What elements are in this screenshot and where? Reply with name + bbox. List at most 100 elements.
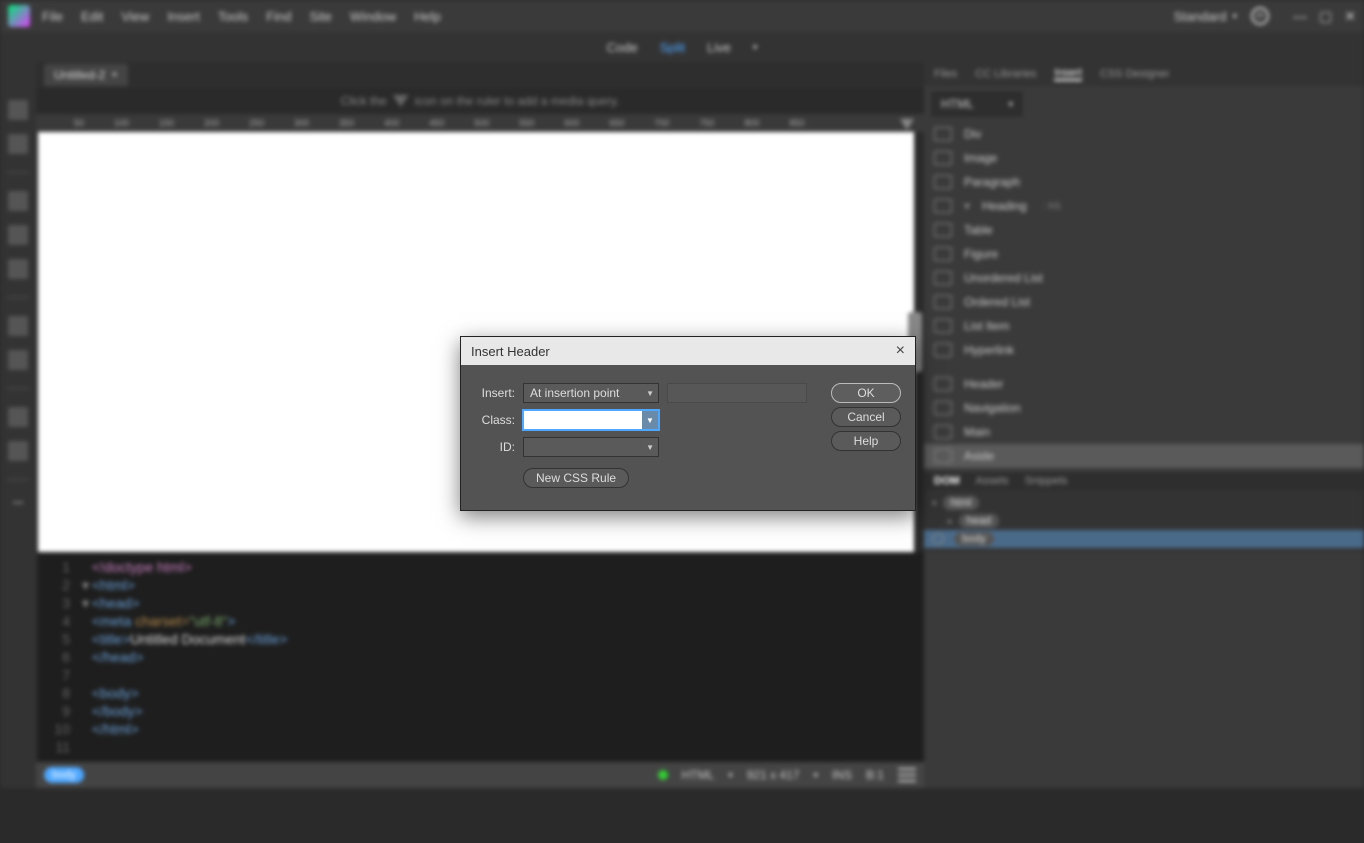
- tool-4[interactable]: [8, 225, 28, 245]
- main-menu: File Edit View Insert Tools Find Site Wi…: [42, 9, 441, 24]
- view-switcher: Code Split Live ▾: [0, 32, 1364, 62]
- tab-files[interactable]: Files: [934, 68, 957, 80]
- dialog-close-icon[interactable]: ×: [896, 342, 905, 360]
- menu-insert[interactable]: Insert: [167, 9, 200, 24]
- sync-icon[interactable]: ⟳: [1251, 7, 1269, 25]
- tool-3[interactable]: [8, 191, 28, 211]
- status-bar: body HTML▾ 921 x 417▾ INS B:1: [36, 762, 924, 788]
- view-dropdown-icon[interactable]: ▾: [753, 42, 758, 53]
- ruler-marker-icon[interactable]: [900, 116, 914, 130]
- menu-find[interactable]: Find: [266, 9, 291, 24]
- window-close-icon[interactable]: ✕: [1344, 8, 1356, 25]
- id-combobox[interactable]: ▼: [523, 437, 659, 457]
- insert-header-dialog: Insert Header × Insert: At insertion poi…: [460, 336, 916, 511]
- insert-image[interactable]: Image: [924, 146, 1364, 170]
- toolbar-separator: [7, 388, 29, 389]
- toolbar-separator: [7, 172, 29, 173]
- tab-insert[interactable]: Insert: [1054, 67, 1082, 81]
- insert-target-select: [667, 383, 807, 403]
- toolbar-more-icon[interactable]: •••: [13, 498, 24, 509]
- insert-heading[interactable]: ▾Heading: H1: [924, 194, 1364, 218]
- status-lang[interactable]: HTML: [682, 768, 715, 782]
- dom-node-html[interactable]: ▾html: [932, 494, 1356, 512]
- status-tag-selector[interactable]: body: [44, 767, 84, 783]
- status-ins[interactable]: INS: [832, 768, 852, 782]
- tool-7[interactable]: [8, 350, 28, 370]
- dialog-titlebar[interactable]: Insert Header ×: [461, 337, 915, 365]
- snippets-tab[interactable]: Snippets: [1025, 475, 1068, 487]
- toolbar-separator: [7, 297, 29, 298]
- menu-site[interactable]: Site: [309, 9, 331, 24]
- menu-file[interactable]: File: [42, 9, 63, 24]
- insert-position-select[interactable]: At insertion point▼: [523, 383, 659, 403]
- visibility-icon[interactable]: [932, 533, 944, 545]
- left-toolbar: •••: [0, 62, 36, 788]
- id-label: ID:: [475, 440, 515, 454]
- status-enc: B:1: [866, 768, 884, 782]
- status-dims[interactable]: 921 x 417: [747, 768, 800, 782]
- class-input[interactable]: [530, 413, 652, 427]
- insert-li[interactable]: List Item: [924, 314, 1364, 338]
- insert-figure[interactable]: Figure: [924, 242, 1364, 266]
- app-logo: [8, 5, 30, 27]
- media-query-hint: Click the icon on the ruler to add a med…: [36, 88, 924, 114]
- tab-close-icon[interactable]: ×: [111, 69, 117, 81]
- right-panel: Files CC Libraries Insert CSS Designer H…: [924, 62, 1364, 788]
- status-menu-icon[interactable]: [898, 768, 916, 782]
- help-button[interactable]: Help: [831, 431, 901, 451]
- class-label: Class:: [475, 413, 515, 427]
- menu-view[interactable]: View: [121, 9, 149, 24]
- menu-edit[interactable]: Edit: [81, 9, 103, 24]
- right-panel-tabs: Files CC Libraries Insert CSS Designer: [924, 62, 1364, 86]
- menu-help[interactable]: Help: [414, 9, 441, 24]
- insert-hyperlink[interactable]: Hyperlink: [924, 338, 1364, 362]
- tool-9[interactable]: [8, 441, 28, 461]
- footer: [0, 788, 1364, 802]
- document-tab[interactable]: Untitled-2 ×: [44, 64, 128, 86]
- window-minimize-icon[interactable]: —: [1293, 8, 1307, 25]
- insert-navigation[interactable]: Navigation: [924, 396, 1364, 420]
- insert-label: Insert:: [475, 386, 515, 400]
- ruler[interactable]: 50100150 200250300 350400450 500550600 6…: [36, 114, 924, 132]
- tab-label: Untitled-2: [54, 68, 105, 82]
- insert-ul[interactable]: Unordered List: [924, 266, 1364, 290]
- tool-8[interactable]: [8, 407, 28, 427]
- insert-table[interactable]: Table: [924, 218, 1364, 242]
- code-view[interactable]: 1 <!doctype html> 2▾<html> 3▾<head> 4 <m…: [38, 552, 924, 762]
- dom-node-head[interactable]: ▸head: [932, 512, 1356, 530]
- menu-tools[interactable]: Tools: [218, 9, 248, 24]
- tool-1[interactable]: [8, 100, 28, 120]
- new-css-rule-button[interactable]: New CSS Rule: [523, 468, 629, 488]
- insert-paragraph[interactable]: Paragraph: [924, 170, 1364, 194]
- insert-ol[interactable]: Ordered List: [924, 290, 1364, 314]
- insert-category-dropdown[interactable]: HTML▾: [932, 92, 1022, 116]
- status-ok-icon: [658, 770, 668, 780]
- assets-tab[interactable]: Assets: [976, 475, 1009, 487]
- view-code[interactable]: Code: [607, 40, 638, 55]
- media-query-icon: [393, 95, 409, 107]
- menu-window[interactable]: Window: [350, 9, 396, 24]
- dom-panel: DOM Assets Snippets ▾html ▸head body: [924, 472, 1364, 552]
- toolbar-separator: [7, 479, 29, 480]
- top-menu-bar: File Edit View Insert Tools Find Site Wi…: [0, 0, 1364, 32]
- class-combobox[interactable]: ▼: [523, 410, 659, 430]
- workspace-switcher[interactable]: Standard▾: [1174, 9, 1237, 24]
- document-tabs: Untitled-2 ×: [36, 62, 924, 88]
- insert-aside[interactable]: Aside: [924, 444, 1364, 468]
- insert-header[interactable]: Header: [924, 372, 1364, 396]
- view-live[interactable]: Live: [707, 40, 731, 55]
- window-restore-icon[interactable]: ▢: [1319, 8, 1332, 25]
- dom-tab[interactable]: DOM: [934, 475, 960, 487]
- cancel-button[interactable]: Cancel: [831, 407, 901, 427]
- tab-cc-libraries[interactable]: CC Libraries: [975, 68, 1036, 80]
- insert-div[interactable]: Div: [924, 122, 1364, 146]
- insert-main[interactable]: Main: [924, 420, 1364, 444]
- tool-2[interactable]: [8, 134, 28, 154]
- tool-6[interactable]: [8, 316, 28, 336]
- tool-5[interactable]: [8, 259, 28, 279]
- class-dropdown-icon[interactable]: ▼: [642, 411, 658, 429]
- ok-button[interactable]: OK: [831, 383, 901, 403]
- view-split[interactable]: Split: [660, 40, 685, 55]
- tab-css-designer[interactable]: CSS Designer: [1100, 68, 1170, 80]
- dom-node-body[interactable]: body: [924, 530, 1364, 548]
